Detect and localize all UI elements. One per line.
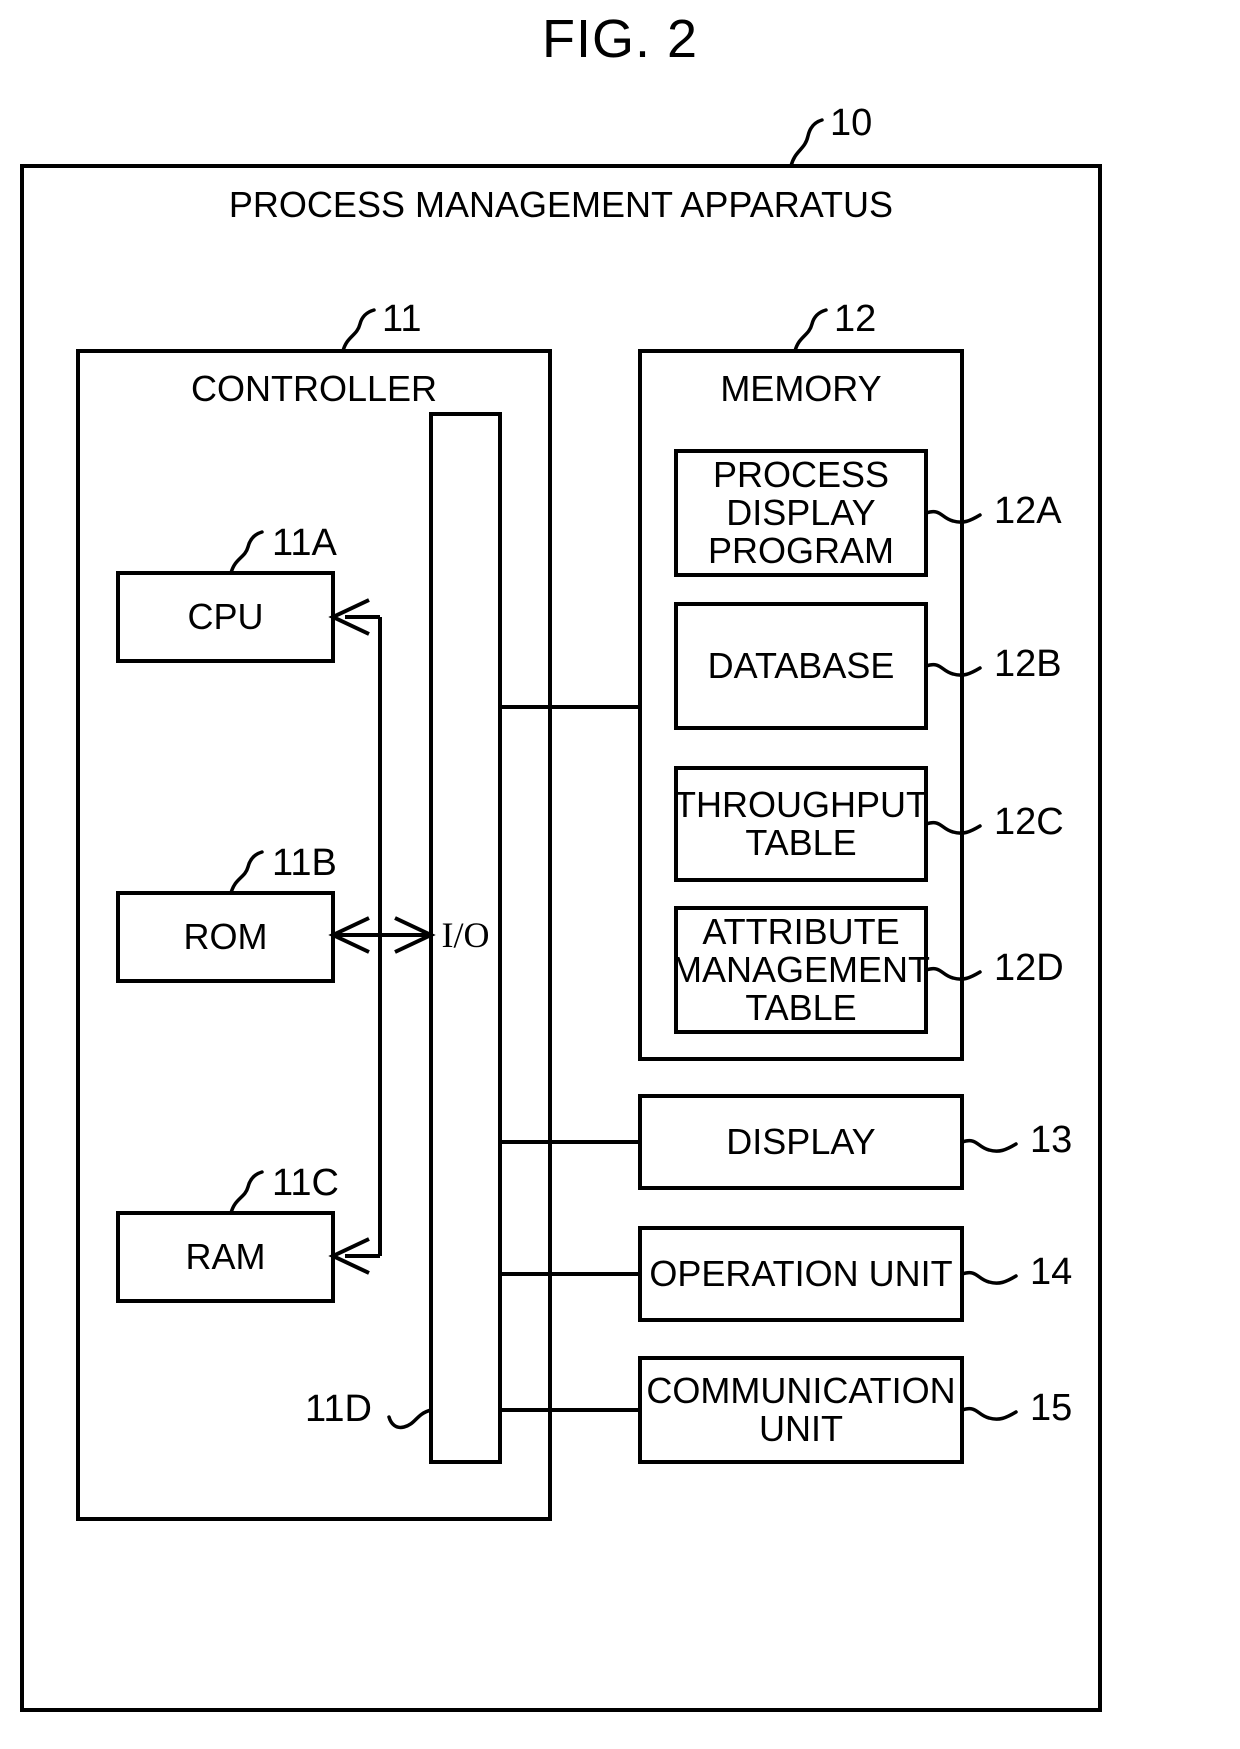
io-label: I/O	[441, 914, 490, 955]
display-label: DISPLAY	[726, 1120, 876, 1162]
reference-12: 12	[834, 298, 877, 340]
memory-item-label-database: DATABASE	[707, 644, 895, 686]
reference-11A: 11A	[272, 522, 337, 564]
leader-10	[789, 118, 824, 168]
reference-10: 10	[830, 102, 873, 144]
leader-14	[960, 1270, 1018, 1285]
leader-12C	[924, 820, 982, 835]
memory-item-label-process-display-program: PROCESS DISPLAY PROGRAM	[707, 453, 894, 572]
reference-11B: 11B	[272, 842, 337, 884]
leader-12	[793, 308, 828, 353]
figure-page: FIG. 2 PROCESS MANAGEMENT APPARATUS 10 C…	[0, 0, 1240, 1749]
rom-label: ROM	[183, 915, 268, 957]
leader-11B	[229, 850, 264, 895]
communication-unit-label: COMMUNICATION UNIT	[646, 1369, 956, 1449]
operation-unit-label: OPERATION UNIT	[649, 1252, 953, 1294]
reference-11D: 11D	[305, 1388, 372, 1430]
leader-12B	[924, 662, 982, 677]
reference-12D: 12D	[994, 947, 1064, 989]
leader-12A	[924, 509, 982, 524]
diagram-vector-layer	[20, 118, 1102, 1712]
leader-13	[960, 1138, 1018, 1153]
leader-11C	[229, 1170, 264, 1215]
reference-11C: 11C	[272, 1162, 339, 1204]
cpu-label: CPU	[187, 595, 264, 637]
leader-15	[960, 1406, 1018, 1421]
controller-title: CONTROLLER	[190, 368, 438, 409]
memory-title: MEMORY	[720, 368, 882, 409]
reference-12B: 12B	[994, 643, 1062, 685]
reference-11: 11	[382, 298, 422, 340]
ram-label: RAM	[185, 1235, 266, 1277]
reference-12A: 12A	[994, 490, 1062, 532]
leader-11A	[229, 530, 264, 575]
leader-11	[341, 308, 376, 353]
apparatus-title: PROCESS MANAGEMENT APPARATUS	[228, 184, 894, 225]
leader-12D	[924, 966, 982, 981]
memory-item-label-throughput-table: THROUGHPUT TABLE	[674, 783, 928, 863]
reference-13: 13	[1030, 1119, 1073, 1161]
memory-item-label-attribute-management-table: ATTRIBUTE MANAGEMENT TABLE	[672, 910, 931, 1029]
reference-12C: 12C	[994, 801, 1064, 843]
leader-11D	[387, 1408, 433, 1430]
reference-15: 15	[1030, 1387, 1073, 1429]
reference-14: 14	[1030, 1251, 1073, 1293]
